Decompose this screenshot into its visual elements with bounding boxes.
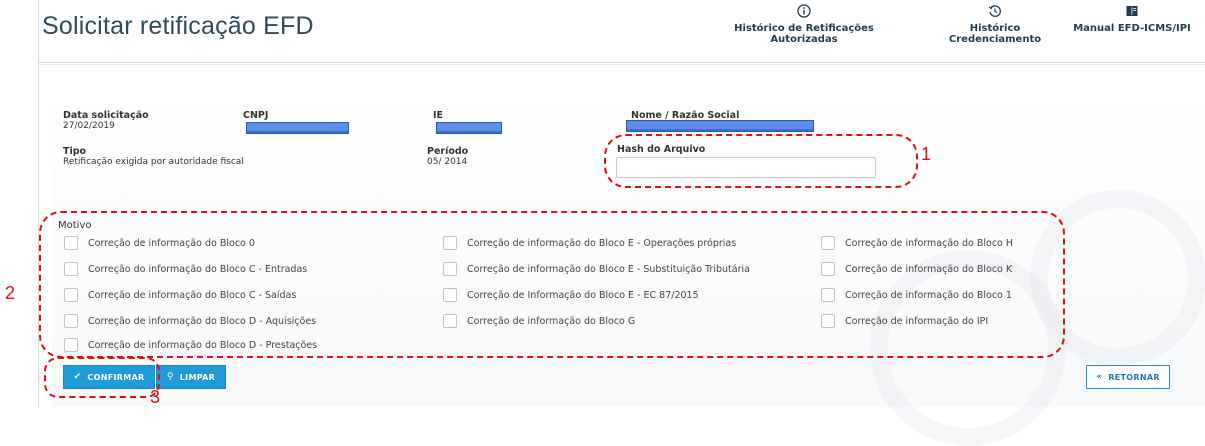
ie-label: IE (433, 110, 444, 121)
ie-redacted-value (436, 122, 502, 134)
annotation-number-2: 2 (5, 283, 16, 303)
data-solicitacao-label: Data solicitação (63, 110, 149, 121)
info-circle-icon (797, 4, 811, 18)
periodo-label: Período (427, 146, 469, 157)
search-icon: ⚲ (166, 372, 174, 382)
annotation-number-1: 1 (921, 144, 932, 164)
annotation-box-1 (604, 134, 918, 188)
tipo-label: Tipo (63, 146, 87, 157)
cnpj-redacted-value (246, 122, 349, 134)
periodo-value: 05/ 2014 (427, 157, 468, 167)
header-divider-secondary (38, 64, 1205, 65)
retornar-button[interactable]: « RETORNAR (1086, 365, 1170, 389)
header-link-label: Manual EFD-ICMS/IPI (1073, 23, 1191, 34)
annotation-box-2 (39, 211, 1065, 358)
cnpj-label: CNPJ (243, 110, 269, 121)
book-icon (1126, 6, 1138, 16)
header-link-manual-efd[interactable]: Manual EFD-ICMS/IPI (1068, 4, 1196, 34)
header-link-historico-retificacoes[interactable]: Histórico de Retificações Autorizadas (706, 4, 902, 45)
limpar-button[interactable]: ⚲ LIMPAR (156, 365, 226, 389)
history-icon (988, 5, 1001, 17)
annotation-box-3 (44, 357, 160, 398)
double-chevron-left-icon: « (1096, 372, 1103, 382)
tipo-value: Retificação exigida por autoridade fisca… (63, 157, 244, 167)
data-solicitacao-value: 27/02/2019 (63, 121, 115, 131)
nome-redacted-value (626, 120, 814, 132)
page-title: Solicitar retificação EFD (42, 12, 314, 40)
header-divider (38, 62, 1205, 63)
header-link-label: Histórico de Retificações Autorizadas (734, 23, 874, 45)
retornar-label: RETORNAR (1108, 372, 1160, 382)
header-link-label: Histórico Credenciamento (948, 23, 1042, 45)
limpar-label: LIMPAR (179, 372, 216, 382)
annotation-number-3: 3 (150, 387, 161, 407)
header-link-historico-credenciamento[interactable]: Histórico Credenciamento (922, 4, 1068, 45)
